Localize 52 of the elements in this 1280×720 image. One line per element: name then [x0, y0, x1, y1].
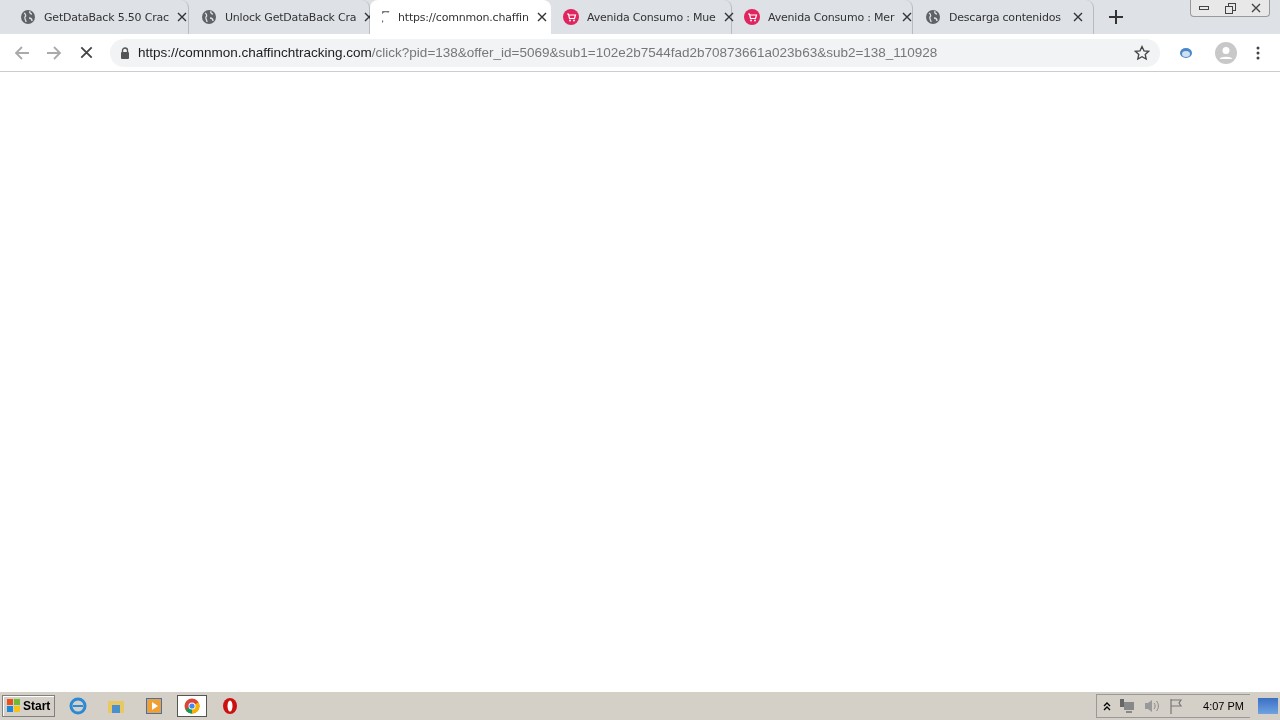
tab-title: Avenida Consumo : Mer: [768, 10, 895, 24]
tab-title: https://comnmon.chaffin: [398, 10, 529, 24]
browser-tab[interactable]: Avenida Consumo : Mer: [732, 0, 913, 34]
browser-tab[interactable]: Descarga contenidos: [913, 0, 1094, 34]
avatar-icon: [1215, 41, 1237, 64]
network-icon[interactable]: [1119, 698, 1136, 714]
extension-icon: [1179, 46, 1193, 59]
tab-title: GetDataBack 5.50 Crac: [44, 10, 169, 24]
minimize-icon: [1199, 6, 1209, 10]
tab-title: Avenida Consumo : Mue: [587, 10, 716, 24]
back-arrow-icon: [14, 44, 30, 61]
globe-icon: [925, 9, 941, 25]
url-path: /click?pid=138&offer_id=5069&sub1=102e2b7544fad2b70873661a023b63&sub2=138_110928: [371, 45, 938, 60]
taskbar-app-button[interactable]: [177, 695, 208, 717]
folder-icon: [107, 698, 126, 714]
cart-icon: [744, 9, 760, 25]
forward-arrow-icon: [46, 44, 62, 61]
url-host: https://comnmon.chaffinchtracking.com: [138, 45, 372, 60]
browser-tab[interactable]: GetDataBack 5.50 Crac: [8, 0, 189, 34]
windows-logo-icon: [7, 699, 21, 713]
o-logo-icon: [222, 697, 239, 715]
close-icon: [536, 12, 547, 22]
close-icon: [79, 46, 93, 59]
tab-close-button[interactable]: [176, 10, 187, 24]
chevron-up-icon[interactable]: [1103, 701, 1112, 711]
tab-close-button[interactable]: [536, 10, 547, 24]
chrome-logo-icon: [184, 698, 201, 714]
menu-icon: [1256, 45, 1260, 60]
plus-icon: [1109, 10, 1123, 24]
tab-close-button[interactable]: [902, 10, 913, 24]
globe-icon: [20, 9, 36, 25]
globe-icon: [201, 9, 217, 25]
play-icon: [146, 698, 163, 714]
cart-icon: [563, 9, 579, 25]
start-button[interactable]: Start: [2, 695, 56, 717]
close-icon: [723, 12, 734, 22]
lock-icon: [120, 46, 130, 59]
loading-spinner-icon: [382, 11, 390, 23]
clock[interactable]: 4:07 PM: [1203, 700, 1244, 712]
address-bar[interactable]: https://comnmon.chaffinchtracking.com/click?pid=138&offer_id=5069&sub1=102e2b7544fad2b70873661a023b63&sub2=138_110928: [110, 38, 1160, 67]
tab-title: Descarga contenidos: [949, 10, 1062, 24]
e-logo-icon: [69, 697, 88, 715]
tab-close-button[interactable]: [723, 10, 734, 24]
tab-close-button[interactable]: [1071, 10, 1085, 24]
tab-title: Unlock GetDataBack Cra: [225, 10, 357, 24]
browser-tab[interactable]: Avenida Consumo : Mue: [551, 0, 732, 34]
close-icon: [902, 12, 913, 22]
close-icon: [1251, 3, 1261, 13]
close-icon: [176, 12, 187, 22]
browser-tab[interactable]: https://comnmon.chaffin: [370, 0, 551, 34]
close-icon: [1073, 12, 1083, 22]
star-icon[interactable]: [1134, 44, 1150, 61]
